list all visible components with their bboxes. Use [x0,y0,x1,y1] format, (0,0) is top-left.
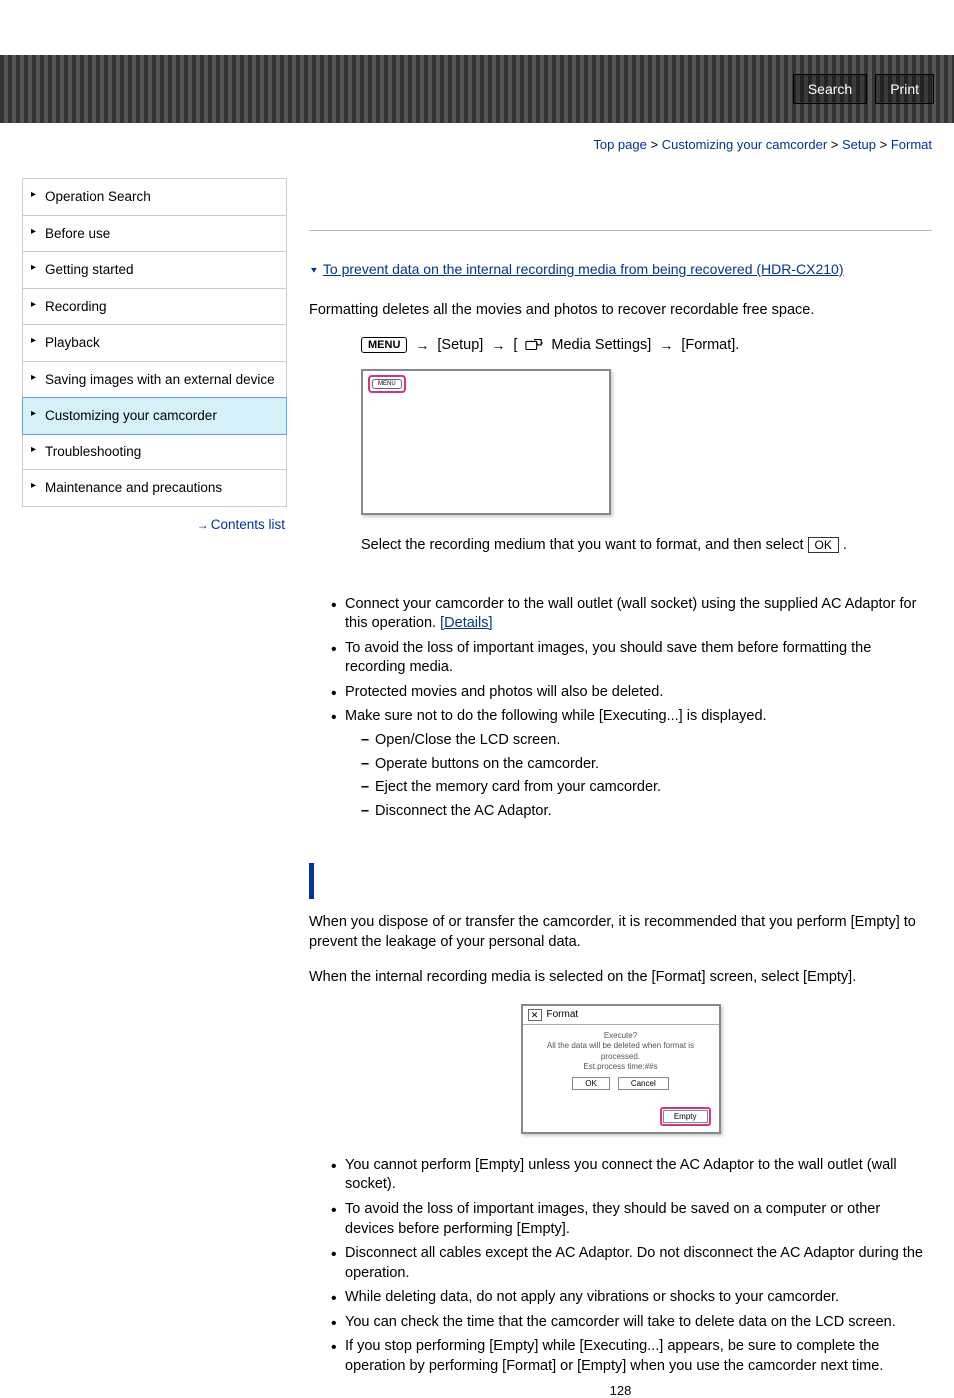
intro-paragraph: Formatting deletes all the movies and ph… [309,301,932,321]
search-button[interactable]: Search [793,74,867,104]
select-text-b: . [843,537,847,553]
sidebar-item-maintenance[interactable]: Maintenance and precautions [23,470,286,506]
empty-button-highlight: Empty [660,1107,711,1126]
note-item: Disconnect all cables except the AC Adap… [331,1244,932,1283]
breadcrumb-sep: > [650,137,658,152]
arrow-icon: → [659,337,673,353]
header-band: Search Print [0,55,954,123]
menu-chip-label: MENU [372,379,402,389]
notes-list-2: You cannot perform [Empty] unless you co… [309,1156,932,1377]
dialog-ok-button: OK [572,1077,610,1090]
note-item: If you stop performing [Empty] while [Ex… [331,1337,932,1376]
sidebar-item-playback[interactable]: Playback [23,325,286,362]
page-number: 128 [309,1383,932,1398]
sidebar-item-getting-started[interactable]: Getting started [23,252,286,289]
para-select-empty: When the internal recording media is sel… [309,968,932,988]
dash-item: Operate buttons on the camcorder. [361,755,932,775]
select-instruction: Select the recording medium that you wan… [361,537,932,553]
toc-prevent-recovery-link[interactable]: To prevent data on the internal recordin… [309,261,844,277]
screen-mockup: MENU [361,369,611,515]
print-button[interactable]: Print [875,74,934,104]
sidebar-item-saving-images[interactable]: Saving images with an external device [23,362,286,399]
sidebar-item-customizing[interactable]: Customizing your camcorder [22,397,287,435]
dash-item: Eject the memory card from your camcorde… [361,778,932,798]
details-link[interactable]: [Details] [440,615,492,631]
breadcrumb-sep: > [831,137,839,152]
sidebar-list: Operation Search Before use Getting star… [22,178,287,507]
breadcrumb-format[interactable]: Format [891,137,932,152]
dialog-line3: Est.process time:##s [531,1062,711,1072]
breadcrumb-customizing[interactable]: Customizing your camcorder [662,137,827,152]
dialog-empty-button: Empty [663,1110,708,1123]
menu-path: MENU → [Setup] → [ Media Settings] → [For… [361,337,932,353]
breadcrumb-top[interactable]: Top page [593,137,647,152]
dialog-cancel-button: Cancel [618,1077,669,1090]
note-item: You can check the time that the camcorde… [331,1313,932,1333]
media-settings-icon [525,338,543,352]
dialog-title: Format [547,1009,579,1020]
path-bracket: [ [513,337,517,353]
path-media: Media Settings] [551,337,651,353]
dash-list: Open/Close the LCD screen. Operate butto… [345,731,932,821]
menu-button-icon: MENU [361,337,407,353]
section-anchor [309,863,932,899]
menu-chip-highlight: MENU [368,375,406,393]
select-text-a: Select the recording medium that you wan… [361,537,804,553]
notes-list-1: Connect your camcorder to the wall outle… [309,595,932,822]
main-content: To prevent data on the internal recordin… [287,160,932,1398]
dash-item: Open/Close the LCD screen. [361,731,932,751]
format-dialog-mockup: ✕ Format Execute? All the data will be d… [521,1004,721,1134]
note-item: Make sure not to do the following while … [331,707,932,821]
note-item: Connect your camcorder to the wall outle… [331,595,932,634]
sidebar-item-operation-search[interactable]: Operation Search [23,179,286,216]
arrow-icon: → [415,337,429,353]
dialog-line1: Execute? [531,1031,711,1041]
path-format: [Format]. [681,337,739,353]
sidebar-item-troubleshooting[interactable]: Troubleshooting [23,434,286,471]
ok-button-icon: OK [808,537,839,553]
note-item: To avoid the loss of important images, t… [331,1200,932,1239]
dash-item: Disconnect the AC Adaptor. [361,802,932,822]
divider [309,230,932,231]
path-setup: [Setup] [437,337,483,353]
note-item: You cannot perform [Empty] unless you co… [331,1156,932,1195]
note-item: Protected movies and photos will also be… [331,683,932,703]
note-item: To avoid the loss of important images, y… [331,639,932,678]
breadcrumb-setup[interactable]: Setup [842,137,876,152]
sidebar-item-recording[interactable]: Recording [23,289,286,326]
contents-list-link[interactable]: Contents list [211,517,285,532]
arrow-icon: → [491,337,505,353]
para-dispose: When you dispose of or transfer the camc… [309,913,932,952]
note-item: While deleting data, do not apply any vi… [331,1288,932,1308]
sidebar-item-before-use[interactable]: Before use [23,216,286,253]
sidebar: Operation Search Before use Getting star… [22,160,287,1398]
breadcrumb: Top page > Customizing your camcorder > … [0,123,954,160]
close-icon: ✕ [528,1009,542,1021]
dialog-line2: All the data will be deleted when format… [531,1041,711,1062]
breadcrumb-sep: > [880,137,888,152]
